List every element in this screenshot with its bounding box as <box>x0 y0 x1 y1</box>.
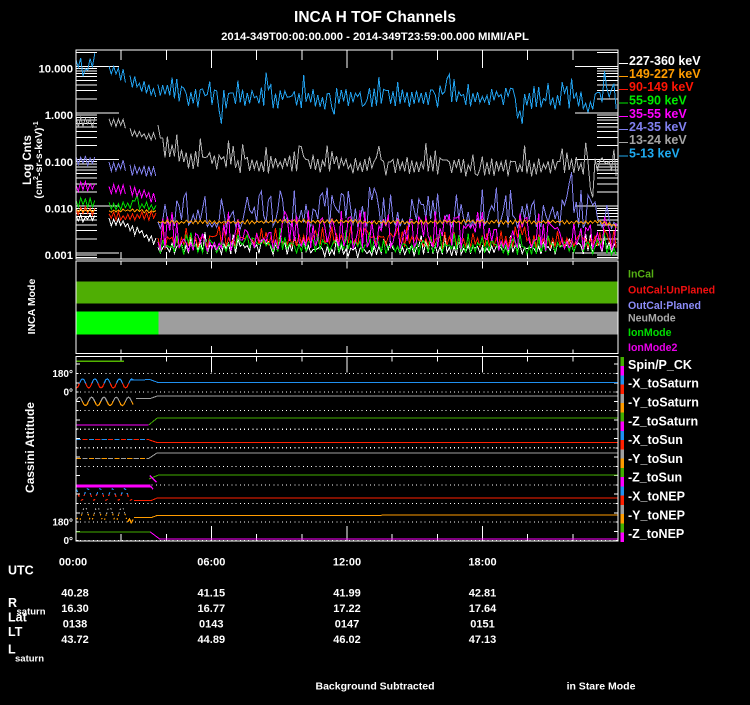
svg-text:NeuMode: NeuMode <box>628 313 676 325</box>
svg-text:180°: 180° <box>52 369 73 380</box>
svg-text:Lat: Lat <box>8 611 28 625</box>
svg-text:-Z_toSun: -Z_toSun <box>628 471 682 485</box>
svg-text:-Z_toNEP: -Z_toNEP <box>628 527 684 541</box>
svg-text:saturn: saturn <box>15 654 44 665</box>
svg-text:(cm2-sr-s-keV)-1: (cm2-sr-s-keV)-1 <box>33 121 45 198</box>
svg-text:41.15: 41.15 <box>198 588 226 600</box>
svg-text:-X_toSaturn: -X_toSaturn <box>628 377 699 391</box>
svg-text:LT: LT <box>8 625 23 639</box>
svg-text:149-227 keV: 149-227 keV <box>629 67 701 81</box>
svg-text:90-149 keV: 90-149 keV <box>629 80 694 94</box>
svg-text:IonMode2: IonMode2 <box>628 342 678 354</box>
svg-text:0.010: 0.010 <box>45 203 73 215</box>
svg-text:0.100: 0.100 <box>45 157 73 169</box>
svg-text:-Y_toSaturn: -Y_toSaturn <box>628 396 699 410</box>
svg-text:OutCal:UnPlaned: OutCal:UnPlaned <box>628 284 715 296</box>
svg-text:2014-349T00:00:00.000 - 2014-3: 2014-349T00:00:00.000 - 2014-349T23:59:0… <box>221 31 529 43</box>
svg-text:UTC: UTC <box>8 564 34 578</box>
svg-text:12:00: 12:00 <box>333 557 361 569</box>
svg-text:06:00: 06:00 <box>197 557 225 569</box>
svg-text:17.64: 17.64 <box>469 603 497 615</box>
svg-text:10.000: 10.000 <box>38 64 73 76</box>
svg-text:16.30: 16.30 <box>61 603 89 615</box>
svg-text:0151: 0151 <box>470 619 494 631</box>
svg-text:13-24 keV: 13-24 keV <box>629 133 687 147</box>
svg-text:35-55 keV: 35-55 keV <box>629 107 687 121</box>
svg-text:0°: 0° <box>63 388 73 399</box>
svg-text:24-35 keV: 24-35 keV <box>629 120 687 134</box>
svg-text:227-360 keV: 227-360 keV <box>629 54 701 68</box>
svg-text:-X_toNEP: -X_toNEP <box>628 490 685 504</box>
svg-text:Background Subtracted: Background Subtracted <box>315 681 434 693</box>
svg-text:0.001: 0.001 <box>45 250 73 262</box>
svg-text:1.000: 1.000 <box>45 110 73 122</box>
svg-text:-X_toSun: -X_toSun <box>628 433 683 447</box>
svg-text:IonMode: IonMode <box>628 327 672 339</box>
svg-text:in Stare Mode: in Stare Mode <box>567 681 636 693</box>
svg-text:18:00: 18:00 <box>468 557 496 569</box>
svg-text:INCA H TOF Channels: INCA H TOF Channels <box>294 9 456 26</box>
svg-text:0138: 0138 <box>63 619 87 631</box>
svg-text:0143: 0143 <box>199 619 223 631</box>
svg-text:00:00: 00:00 <box>59 557 87 569</box>
svg-text:Spin/P_CK: Spin/P_CK <box>628 358 692 372</box>
svg-text:44.89: 44.89 <box>198 634 226 646</box>
svg-text:17.22: 17.22 <box>333 603 361 615</box>
svg-text:42.81: 42.81 <box>469 588 497 600</box>
svg-text:47.13: 47.13 <box>469 634 497 646</box>
svg-text:16.77: 16.77 <box>198 603 226 615</box>
svg-text:-Y_toSun: -Y_toSun <box>628 452 683 466</box>
svg-text:Cassini Attitude: Cassini Attitude <box>23 402 37 493</box>
svg-text:5-13 keV: 5-13 keV <box>629 147 680 161</box>
svg-text:INCA Mode: INCA Mode <box>26 279 38 335</box>
svg-text:-Y_toNEP: -Y_toNEP <box>628 508 685 522</box>
svg-text:-Z_toSaturn: -Z_toSaturn <box>628 414 698 428</box>
svg-text:180°: 180° <box>52 518 73 529</box>
svg-text:41.99: 41.99 <box>333 588 361 600</box>
svg-text:55-90 keV: 55-90 keV <box>629 94 687 108</box>
svg-text:InCal: InCal <box>628 269 654 281</box>
svg-text:OutCal:Planed: OutCal:Planed <box>628 300 701 312</box>
svg-text:46.02: 46.02 <box>333 634 361 646</box>
svg-text:43.72: 43.72 <box>61 634 89 646</box>
svg-text:40.28: 40.28 <box>61 588 89 600</box>
svg-text:0147: 0147 <box>335 619 359 631</box>
svg-text:0°: 0° <box>63 536 73 547</box>
